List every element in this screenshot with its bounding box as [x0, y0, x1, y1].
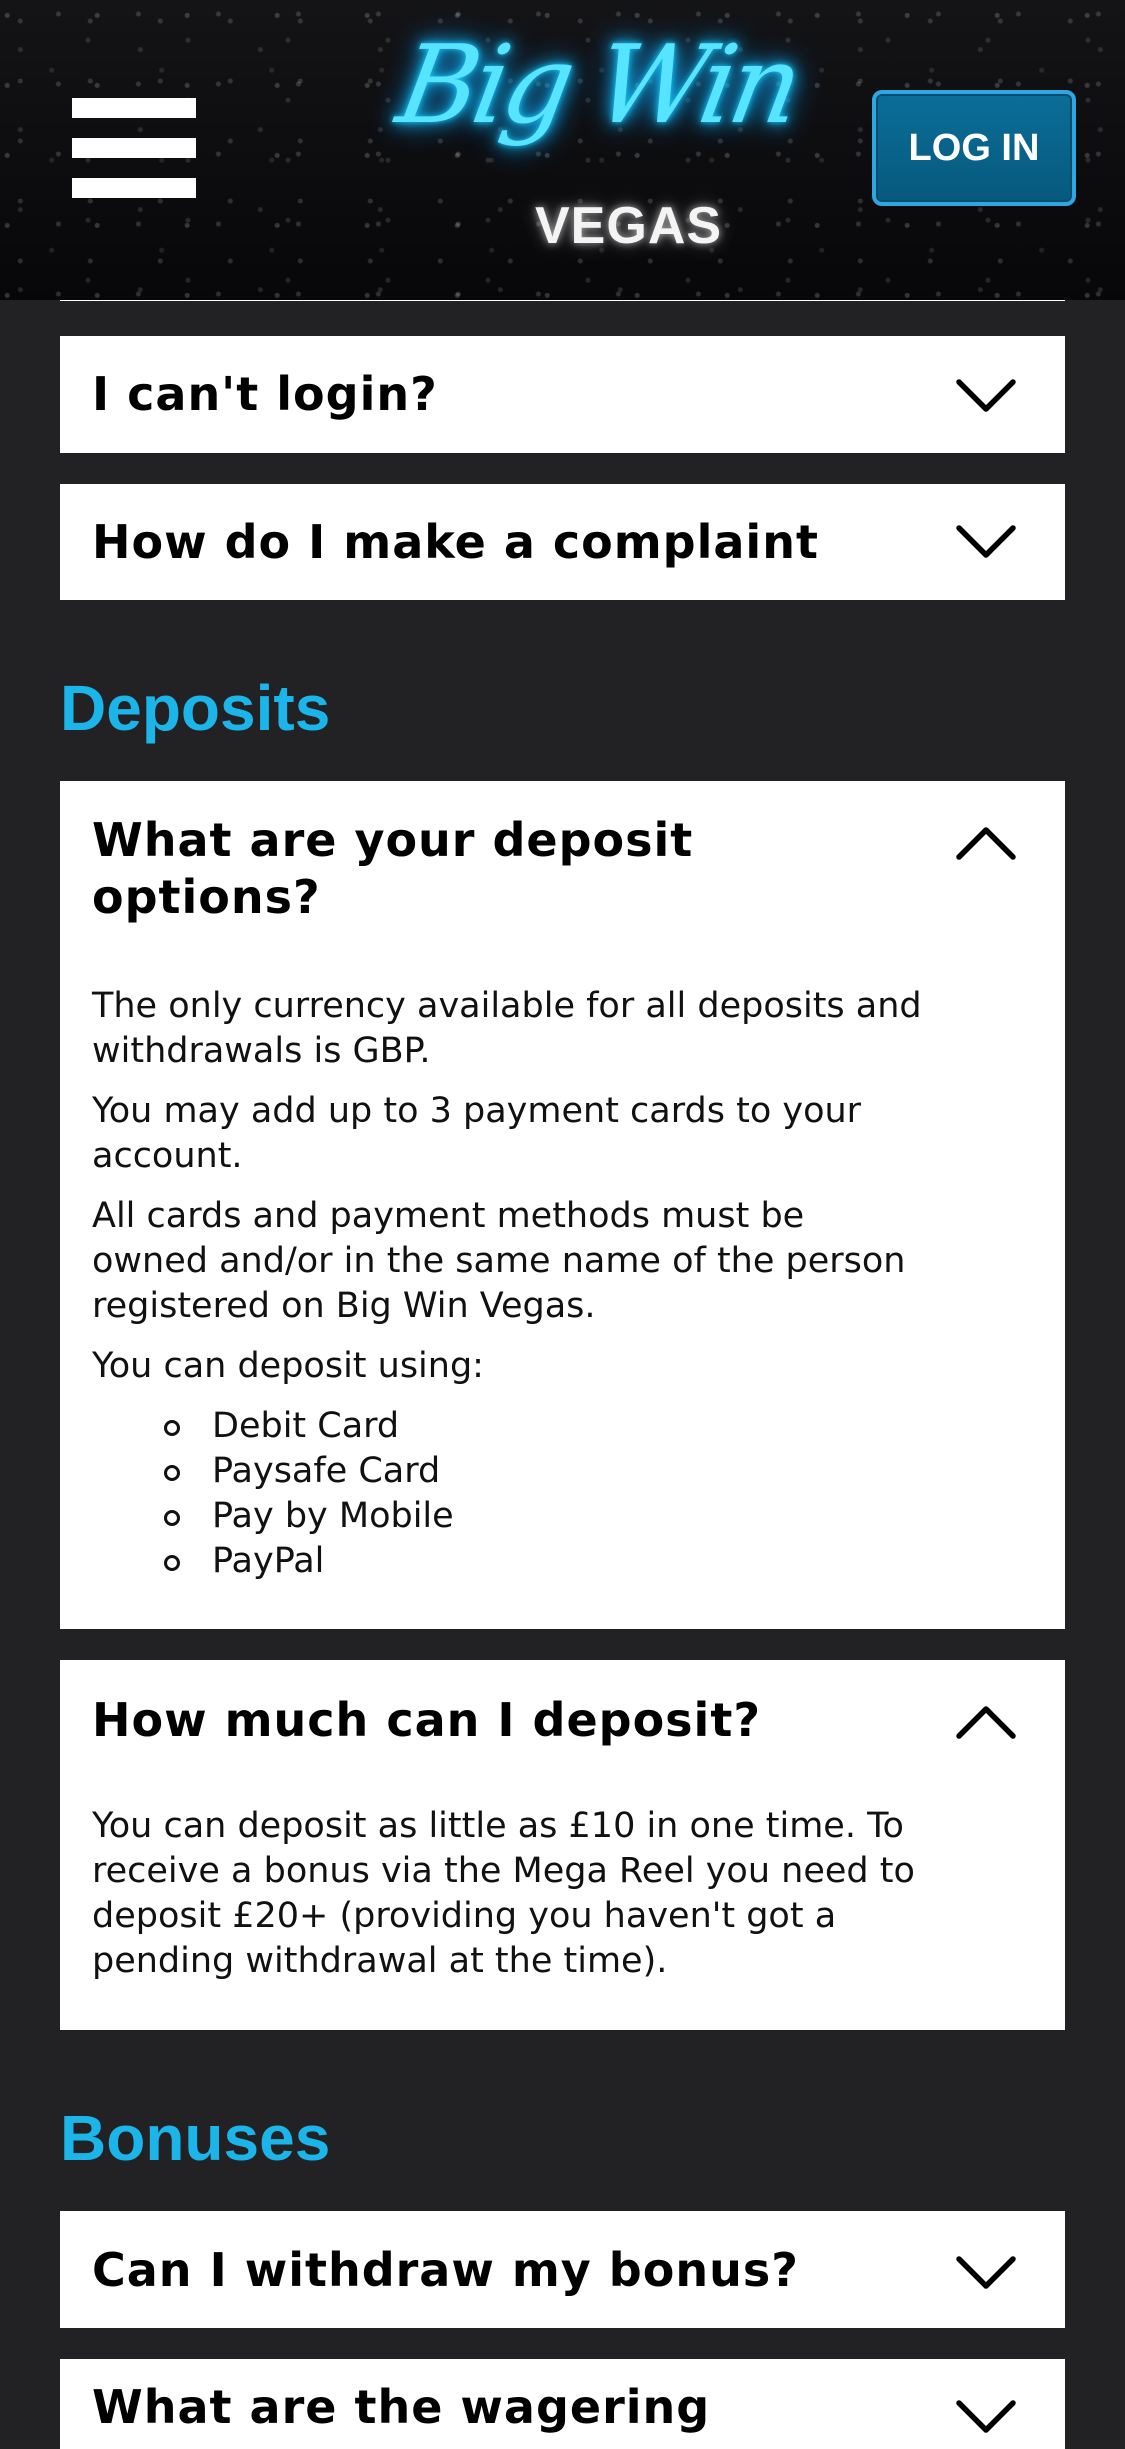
faq-item-expanded[interactable]: How much can I deposit? You can deposit …: [60, 1660, 1065, 2030]
answer-paragraph: All cards and payment methods must be ow…: [92, 1196, 906, 1326]
menu-icon[interactable]: [72, 92, 196, 204]
faq-answer: The only currency available for all depo…: [92, 984, 925, 1584]
faq-item[interactable]: How do I make a complaint: [60, 484, 1065, 600]
list-item: Debit Card: [92, 1404, 925, 1449]
chevron-down-icon[interactable]: [955, 2399, 1017, 2435]
section-title-deposits: Deposits: [60, 672, 331, 744]
list-item: Paysafe Card: [92, 1449, 925, 1494]
list-item: PayPal: [92, 1539, 925, 1584]
faq-question: How do I make a complaint: [92, 515, 819, 569]
faq-question: I can't login?: [92, 367, 438, 421]
answer-paragraph: You can deposit as little as £10 in one …: [92, 1806, 915, 1981]
faq-question: Can I withdraw my bonus?: [92, 2243, 799, 2297]
answer-paragraph: You may add up to 3 payment cards to you…: [92, 1091, 862, 1176]
faq-item[interactable]: Can I withdraw my bonus?: [60, 2211, 1065, 2328]
faq-item-expanded[interactable]: What are your deposit options? The only …: [60, 781, 1065, 1629]
faq-question: How much can I deposit?: [92, 1693, 761, 1747]
menu-bar: [72, 98, 196, 118]
logo-script: Big Win: [389, 23, 807, 148]
chevron-down-icon[interactable]: [955, 2255, 1017, 2291]
section-title-bonuses: Bonuses: [60, 2102, 331, 2174]
answer-paragraph: You can deposit using:: [92, 1346, 484, 1386]
site-header: Big Win VEGAS LOG IN: [0, 0, 1125, 300]
chevron-down-icon[interactable]: [955, 378, 1017, 414]
chevron-up-icon[interactable]: [955, 1704, 1017, 1740]
faq-question: What are your deposit options?: [92, 813, 694, 924]
logo-subtitle: VEGAS: [535, 197, 723, 255]
faq-question: What are the wagering: [92, 2380, 711, 2434]
faq-answer: You can deposit as little as £10 in one …: [92, 1804, 925, 1999]
faq-content: I can't login? How do I make a complaint…: [0, 0, 1125, 2449]
list-item: Pay by Mobile: [92, 1494, 925, 1539]
menu-bar: [72, 138, 196, 158]
chevron-down-icon[interactable]: [955, 524, 1017, 560]
deposit-options-list: Debit Card Paysafe Card Pay by Mobile Pa…: [92, 1404, 925, 1584]
brand-logo[interactable]: Big Win VEGAS: [360, 18, 807, 268]
answer-paragraph: The only currency available for all depo…: [92, 986, 922, 1071]
faq-item[interactable]: I can't login?: [60, 336, 1065, 453]
chevron-up-icon[interactable]: [955, 825, 1017, 861]
login-button[interactable]: LOG IN: [872, 90, 1076, 206]
menu-bar: [72, 178, 196, 198]
